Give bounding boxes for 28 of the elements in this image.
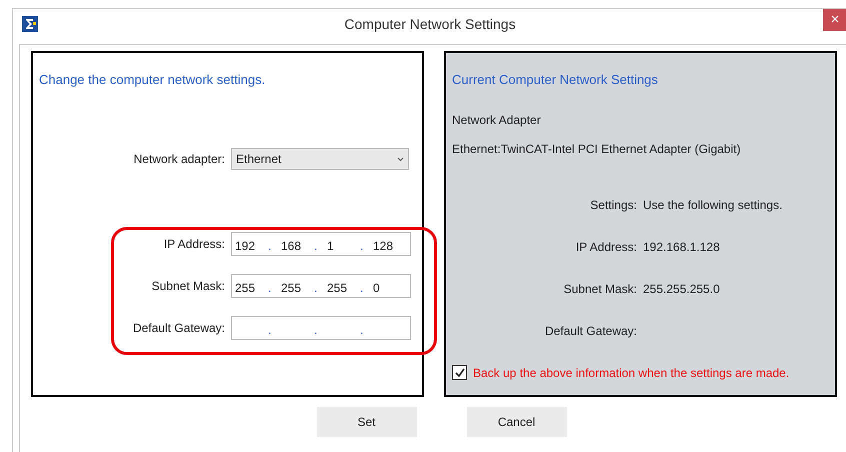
field-label: Network adapter: — [132, 152, 225, 166]
close-button[interactable]: × — [823, 9, 846, 31]
setting-label: Subnet Mask: — [562, 282, 637, 296]
adapter-dropdown[interactable]: Ethernet — [231, 148, 409, 170]
setting-value: Use the following settings. — [643, 198, 782, 212]
set-button[interactable]: Set — [316, 407, 416, 437]
adapter-name: Ethernet:TwinCAT-Intel PCI Ethernet Adapter (Gigabit) — [452, 142, 742, 156]
setting-label: IP Address: — [574, 240, 637, 254]
panel-heading: Change the computer network settings. — [39, 72, 266, 87]
field-label: IP Address: — [162, 237, 225, 251]
ip-input-field[interactable]: . . . — [231, 316, 411, 340]
window-title: Computer Network Settings — [344, 16, 516, 32]
chevron-icon — [397, 156, 404, 162]
ip-input-field[interactable]: 192 . 168 . 1 . 128 — [231, 232, 411, 256]
section-label: Network Adapter — [452, 113, 542, 127]
ip-input-field[interactable]: 255 . 255 . 255 . 0 — [231, 274, 411, 298]
panel-heading: Current Computer Network Settings — [452, 72, 659, 87]
backup-label: Back up the above information when the settings are made. — [473, 366, 790, 380]
backup-checkbox[interactable] — [452, 365, 467, 380]
app-icon — [22, 16, 38, 32]
setting-label: Settings: — [589, 198, 637, 212]
setting-value: 255.255.255.0 — [643, 282, 720, 296]
setting-value: 192.168.1.128 — [643, 240, 720, 254]
checkmark-icon — [454, 368, 464, 377]
field-label: Subnet Mask: — [150, 279, 225, 293]
setting-label: Default Gateway: — [544, 324, 637, 338]
field-label: Default Gateway: — [132, 321, 225, 335]
cancel-button[interactable]: Cancel — [466, 407, 566, 437]
